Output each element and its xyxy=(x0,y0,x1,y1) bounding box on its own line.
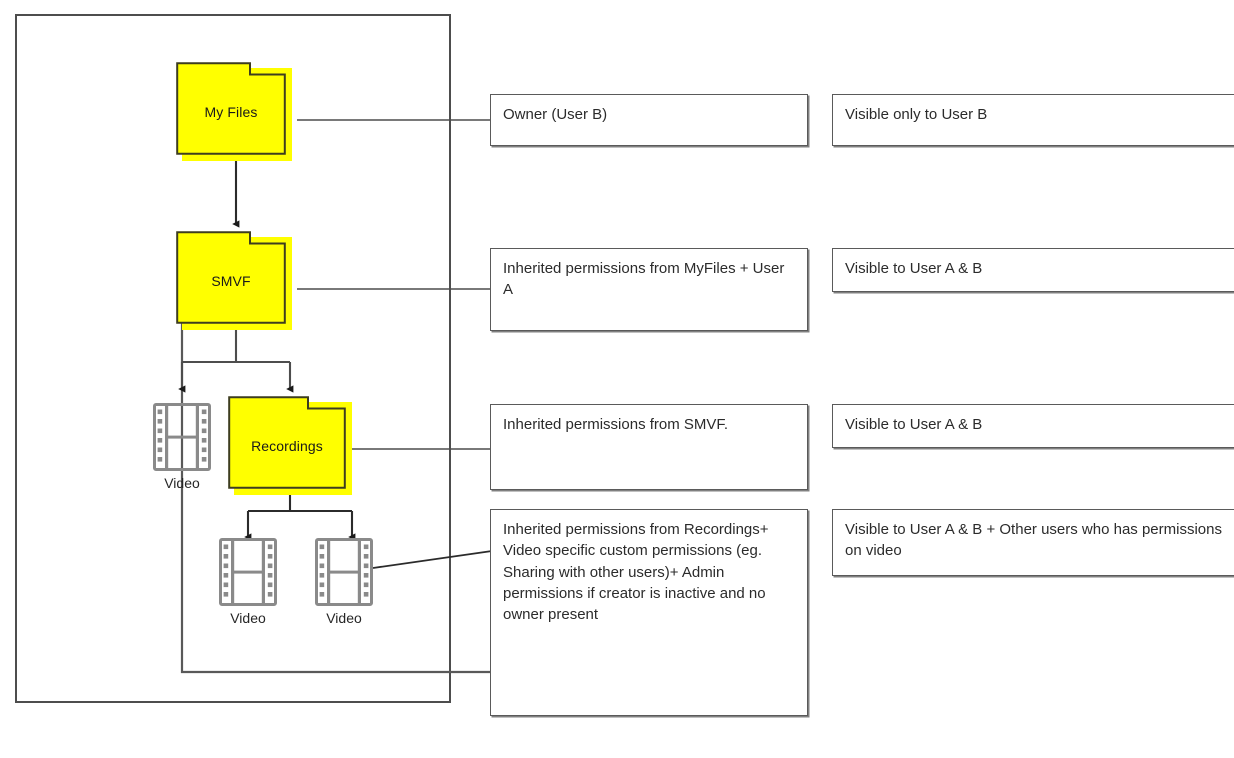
diagram-canvas: My Files SMVF Recordings Video Video Vid… xyxy=(0,0,1234,758)
callout-visibility-my-files: Visible only to User B xyxy=(832,94,1234,146)
film-icon xyxy=(153,403,211,471)
folder-label-my-files: My Files xyxy=(204,103,258,120)
folder-smvf[interactable]: SMVF xyxy=(176,231,292,330)
video-node-3[interactable]: Video xyxy=(315,538,373,633)
callout-visibility-recordings: Visible to User A & B xyxy=(832,404,1234,448)
callout-permission-recordings: Inherited permissions from SMVF. xyxy=(490,404,808,490)
folder-label-recordings: Recordings xyxy=(251,437,323,454)
video-label-3: Video xyxy=(326,610,362,626)
callout-visibility-video: Visible to User A & B + Other users who … xyxy=(832,509,1234,576)
video-node-1[interactable]: Video xyxy=(153,403,211,498)
callout-permission-smvf: Inherited permissions from MyFiles + Use… xyxy=(490,248,808,331)
folder-my-files[interactable]: My Files xyxy=(176,62,292,161)
film-icon xyxy=(219,538,277,606)
folder-label-smvf: SMVF xyxy=(211,272,251,289)
folder-recordings[interactable]: Recordings xyxy=(228,396,352,495)
callout-permission-my-files: Owner (User B) xyxy=(490,94,808,146)
video-label-2: Video xyxy=(230,610,266,626)
leader-video3 xyxy=(372,550,493,569)
callout-visibility-smvf: Visible to User A & B xyxy=(832,248,1234,292)
video-node-2[interactable]: Video xyxy=(219,538,277,633)
callout-permission-video: Inherited permissions from Recordings+ V… xyxy=(490,509,808,716)
video-label-1: Video xyxy=(164,475,200,491)
film-icon xyxy=(315,538,373,606)
